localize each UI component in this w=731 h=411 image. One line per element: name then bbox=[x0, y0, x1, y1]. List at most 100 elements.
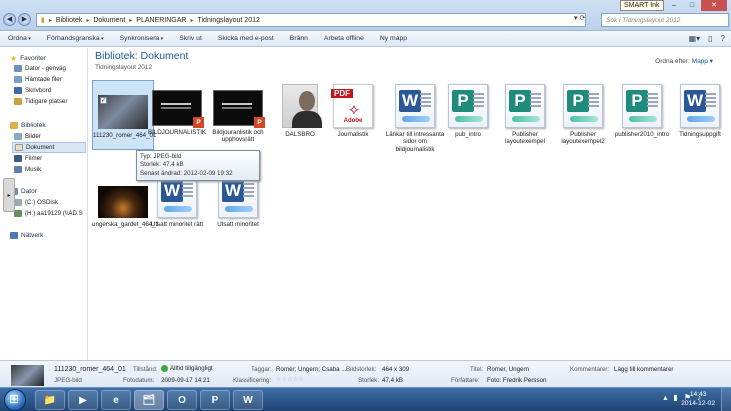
file-item[interactable]: P Bildjouranlistik och upphovsrätt bbox=[207, 84, 269, 144]
file-item[interactable]: ungerska_gardet_464_1 bbox=[92, 182, 159, 228]
sidebar-item-filmer[interactable]: Filmer bbox=[14, 155, 42, 162]
details-file-type: JPEG-bild bbox=[54, 377, 82, 384]
sidebar-network[interactable]: Nätverk bbox=[10, 232, 43, 239]
smart-ink-label[interactable]: SMART Ink bbox=[620, 0, 664, 11]
rating-stars[interactable]: ☆☆☆☆☆ bbox=[276, 376, 304, 383]
preview-pane-icon[interactable]: ▯ bbox=[708, 34, 712, 43]
sidebar-item-dator-genvag[interactable]: Dator - genväg bbox=[14, 65, 66, 72]
breadcrumb-dokument[interactable]: Dokument bbox=[93, 17, 125, 24]
preview-button[interactable]: Förhandsgranska bbox=[39, 35, 112, 42]
dimensions-label: Bildstorlek: bbox=[346, 366, 377, 373]
sidebar-item-network-drive[interactable]: (H:) aa19129 (\\AD.S bbox=[14, 210, 83, 217]
file-item[interactable]: W Utsatt minoritet rätt bbox=[146, 174, 208, 228]
page-subtitle: Tidningslayout 2012 bbox=[95, 64, 152, 71]
clock[interactable]: 14:43 2014-12-02 bbox=[681, 390, 715, 408]
file-item[interactable]: W Tidningsuppgift bbox=[669, 84, 731, 138]
network-drive-icon bbox=[14, 210, 22, 217]
comments-value[interactable]: Lägg till kommentarer bbox=[614, 366, 674, 373]
taskbar-media-player-icon[interactable]: ▶ bbox=[68, 390, 98, 410]
file-item[interactable]: ✓ 111230_romer_464_01 bbox=[92, 80, 156, 150]
new-folder-button[interactable]: Ny mapp bbox=[372, 35, 415, 42]
file-name: publisher2010_intro bbox=[614, 131, 670, 138]
sidebar-item-tidigare-platser[interactable]: Tidigare platser bbox=[14, 98, 67, 105]
sidebar-favorites[interactable]: ★ Favoriter bbox=[10, 54, 46, 63]
close-button[interactable]: ✕ bbox=[701, 0, 727, 11]
sidebar-item-bilder[interactable]: Bilder bbox=[14, 133, 41, 140]
tags-value[interactable]: Romer; Ungern; Csaba ... bbox=[276, 366, 347, 373]
title-value[interactable]: Romer, Ungern bbox=[487, 366, 529, 373]
view-options-icon[interactable]: ▦▾ bbox=[689, 34, 701, 43]
taskbar-publisher-icon[interactable]: P bbox=[200, 390, 230, 410]
sidebar-item-musik[interactable]: Musik bbox=[14, 166, 41, 173]
taskbar-internet-explorer-icon[interactable]: e bbox=[101, 390, 131, 410]
show-desktop-button[interactable] bbox=[721, 388, 731, 411]
sidebar-item-osdisk[interactable]: (C:) OSDisk bbox=[14, 199, 58, 206]
tooltip-size: Storlek: 47,4 kB bbox=[140, 161, 184, 169]
work-offline-button[interactable]: Arbeta offline bbox=[316, 35, 372, 42]
email-button[interactable]: Skicka med e-post bbox=[210, 35, 282, 42]
publisher-document-icon: P bbox=[448, 84, 488, 128]
publisher-document-icon: P bbox=[505, 84, 545, 128]
file-item[interactable]: P Publisher layoutexempel2 bbox=[552, 84, 614, 146]
start-button[interactable] bbox=[4, 389, 26, 411]
chevron-down-icon[interactable]: ▾ bbox=[710, 58, 713, 65]
file-name: pub_intro bbox=[455, 131, 481, 138]
tray-expand-icon[interactable]: ▴ bbox=[663, 393, 667, 402]
side-panel-handle[interactable]: ▸ bbox=[3, 178, 15, 212]
details-thumbnail bbox=[11, 365, 44, 386]
title-bar: ◀ ▶ ▮ ▸ Bibliotek ▸ Dokument ▸ PLANERING… bbox=[0, 0, 731, 31]
author-value[interactable]: Foto: Fredrik Persson bbox=[487, 377, 547, 384]
file-name: Utsatt minoritet rätt bbox=[150, 221, 204, 228]
search-input[interactable]: Sök i Tidningslayout 2012 bbox=[601, 13, 729, 27]
breadcrumb-planeringar[interactable]: PLANERINGAR bbox=[136, 17, 186, 24]
file-item[interactable]: P Publisher layoutexempel bbox=[494, 84, 556, 146]
title-label: Titel: bbox=[470, 366, 484, 373]
sidebar-item-hamtade-filer[interactable]: Hämtade filer bbox=[14, 76, 62, 83]
file-tooltip: Typ: JPEG-bild Storlek: 47,4 kB Senast ä… bbox=[136, 150, 260, 181]
command-bar: Ordna Förhandsgranska Synkronisera Skriv… bbox=[0, 31, 731, 47]
help-icon[interactable]: ? bbox=[721, 34, 725, 43]
checkbox-icon[interactable]: ✓ bbox=[100, 97, 107, 104]
print-button[interactable]: Skriv ut bbox=[171, 35, 210, 42]
address-bar[interactable]: ▮ ▸ Bibliotek ▸ Dokument ▸ PLANERINGAR ▸… bbox=[36, 13, 586, 27]
taskbar-explorer-icon[interactable]: 📁 bbox=[35, 390, 65, 410]
breadcrumb-tidningslayout[interactable]: Tidningslayout 2012 bbox=[197, 17, 259, 24]
powerpoint-thumbnail: P bbox=[152, 90, 204, 128]
sort-dropdown[interactable]: Mapp bbox=[692, 58, 708, 65]
download-folder-icon bbox=[14, 76, 22, 83]
file-name: Journalistik bbox=[337, 131, 369, 138]
minimize-button[interactable]: – bbox=[665, 0, 683, 11]
availability-value[interactable]: Alltid tillgängligt bbox=[161, 365, 213, 372]
taskbar-outlook-icon[interactable]: O bbox=[167, 390, 197, 410]
sidebar-libraries[interactable]: Bibliotek bbox=[10, 122, 46, 129]
photo-date-value[interactable]: 2009-09-17 14:21 bbox=[161, 377, 210, 384]
file-name: Tidningsuppgift bbox=[679, 131, 721, 138]
sort-label: Ordna efter: bbox=[655, 58, 690, 65]
sync-button[interactable]: Synkronisera bbox=[112, 35, 172, 42]
comments-label: Kommentarer: bbox=[570, 366, 610, 373]
availability-label: Tillstånd: bbox=[133, 366, 158, 373]
forward-button[interactable]: ▶ bbox=[18, 13, 31, 26]
refresh-icon[interactable]: ▾ ⟳ bbox=[574, 14, 585, 22]
taskbar-word-icon[interactable]: W bbox=[233, 390, 263, 410]
back-button[interactable]: ◀ bbox=[3, 13, 16, 26]
burn-button[interactable]: Bränn bbox=[282, 35, 316, 42]
network-tray-icon[interactable]: ▮ bbox=[673, 393, 677, 402]
powerpoint-icon: P bbox=[193, 117, 204, 128]
file-list-area: Bibliotek: Dokument Tidningslayout 2012 … bbox=[89, 48, 731, 360]
file-item[interactable]: P BILDJOURNALISTIK bbox=[146, 84, 208, 136]
file-item[interactable]: PDF ⟡ Adobe Journalistik bbox=[322, 84, 384, 138]
file-item[interactable]: P publisher2010_intro bbox=[611, 84, 673, 138]
file-item[interactable]: W Utsatt minoritet bbox=[207, 174, 269, 228]
maximize-button[interactable]: □ bbox=[683, 0, 701, 11]
tooltip-type: Typ: JPEG-bild bbox=[140, 153, 182, 160]
word-document-icon: W bbox=[680, 84, 720, 128]
taskbar-file-explorer-active-icon[interactable]: 🗂 bbox=[134, 390, 164, 410]
sidebar-item-skrivbord[interactable]: Skrivbord bbox=[14, 87, 51, 94]
file-item[interactable]: P pub_intro bbox=[437, 84, 499, 138]
organize-button[interactable]: Ordna bbox=[0, 35, 39, 42]
clock-date: 2014-12-02 bbox=[681, 400, 715, 407]
breadcrumb-bibliotek[interactable]: Bibliotek bbox=[56, 17, 82, 24]
sidebar-item-dokument[interactable]: Dokument bbox=[12, 142, 86, 153]
file-name: Utsatt minoritet bbox=[217, 221, 259, 228]
